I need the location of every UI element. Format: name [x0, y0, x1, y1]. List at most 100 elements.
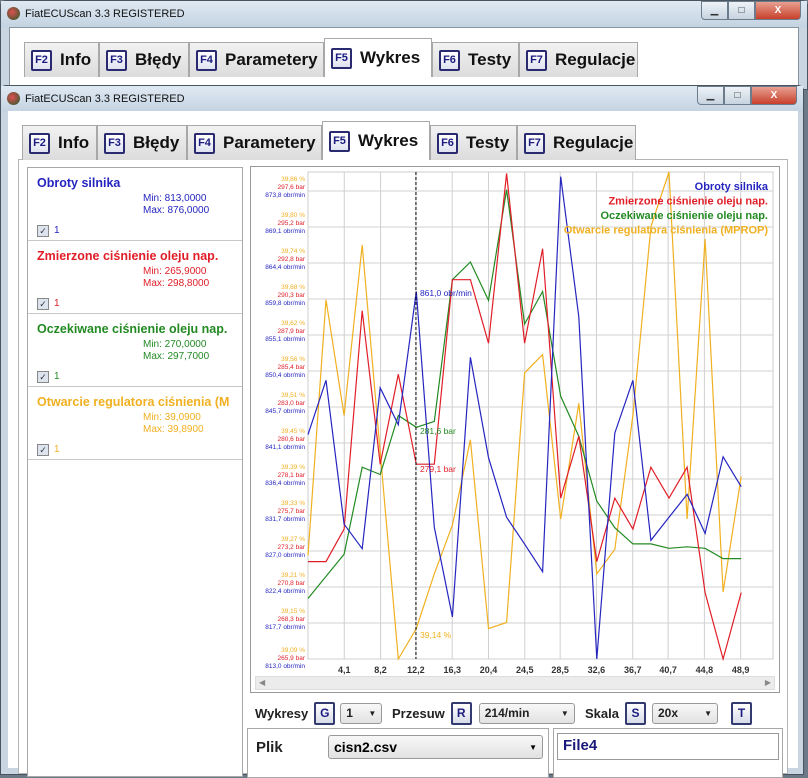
app-icon	[7, 7, 20, 20]
y-tick-label-rpm: 822,4 obr/min	[265, 588, 305, 595]
y-tick-label-bar: 273,2 bar	[278, 544, 306, 551]
background-title-bar: FiatECUScan 3.3 REGISTERED ▁ □ X	[1, 1, 807, 27]
tab-testy[interactable]: F6 Testy	[430, 125, 517, 160]
function-key-icon: F5	[329, 130, 350, 152]
close-button[interactable]: X	[751, 86, 797, 105]
y-tick-label-pct: 39,51 %	[281, 392, 305, 399]
tab-regulacje[interactable]: F7 Regulacje	[517, 125, 636, 160]
y-tick-label-rpm: 850,4 obr/min	[265, 372, 305, 379]
y-tick-label-rpm: 864,4 obr/min	[265, 264, 305, 271]
y-tick-label-rpm: 836,4 obr/min	[265, 480, 305, 487]
dropdown-arrow-icon: ▼	[704, 708, 712, 718]
legend-entry: Oczekiwane ciśnienie oleju nap.	[600, 210, 768, 222]
background-tab-info[interactable]: F2 Info	[24, 42, 99, 77]
cursor-value-label: 281,6 bar	[420, 426, 456, 436]
skala-label: Skala	[585, 705, 619, 721]
window-title: FiatECUScan 3.3 REGISTERED	[25, 93, 185, 105]
y-tick-label-pct: 39,33 %	[281, 500, 305, 507]
signal-checkbox[interactable]: ✓	[37, 371, 49, 383]
y-tick-label-bar: 290,3 bar	[278, 292, 306, 299]
minimize-button[interactable]: ▁	[697, 86, 724, 105]
y-tick-label-rpm: 831,7 obr/min	[265, 516, 305, 523]
tab-label: Testy	[468, 50, 512, 69]
signal-item: Otwarcie regulatora ciśnienia (M Min: 39…	[28, 387, 242, 460]
file-select[interactable]: cisn2.csv ▼	[328, 735, 543, 759]
x-tick-label: 24,5	[516, 665, 534, 675]
y-tick-label-pct: 39,80 %	[281, 212, 305, 219]
y-tick-label-pct: 39,68 %	[281, 284, 305, 291]
function-key-icon: F5	[331, 47, 352, 69]
skala-value: 20x	[657, 706, 679, 720]
signal-min: Min: 270,0000	[143, 339, 207, 350]
file-label: Plik	[256, 739, 283, 756]
background-tab-regulacje[interactable]: F7 Regulacje	[519, 42, 638, 77]
przesuw-control: Przesuw R 214/min ▼	[392, 701, 575, 725]
signal-item: Zmierzone ciśnienie oleju nap. Min: 265,…	[28, 241, 242, 314]
tab-błędy[interactable]: F3 Błędy	[97, 125, 187, 160]
wykresy-key-button[interactable]: G	[314, 701, 336, 725]
tab-parametery[interactable]: F4 Parametery	[187, 125, 322, 160]
background-close-button[interactable]: X	[755, 1, 801, 20]
background-tab-błędy[interactable]: F3 Błędy	[99, 42, 189, 77]
x-tick-label: 12,2	[407, 665, 425, 675]
background-tab-parametery[interactable]: F4 Parametery	[189, 42, 324, 77]
cursor-value-label: 39,14 %	[420, 630, 452, 640]
signal-checkbox-label: 1	[54, 444, 60, 455]
tab-wykres[interactable]: F5 Wykres	[322, 121, 430, 160]
t-key-button[interactable]: T	[730, 701, 752, 725]
function-key-icon: F4	[196, 49, 217, 71]
tab-info[interactable]: F2 Info	[22, 125, 97, 160]
horizontal-scrollbar[interactable]: ◀ ▶	[255, 676, 775, 690]
file-value: cisn2.csv	[334, 739, 398, 755]
background-tab-wykres[interactable]: F5 Wykres	[324, 38, 432, 77]
signal-max: Max: 876,0000	[143, 205, 210, 216]
signal-checkbox[interactable]: ✓	[37, 225, 49, 237]
legend-entry: Otwarcie regulatora ciśnienia (MPROP)	[564, 225, 769, 237]
y-tick-label-rpm: 841,1 obr/min	[265, 444, 305, 451]
skala-control: Skala S 20x ▼ T	[585, 701, 752, 725]
file-name-box: File4	[557, 733, 779, 760]
app-icon	[7, 92, 20, 105]
function-key-icon: F7	[526, 49, 547, 71]
y-tick-label-pct: 39,74 %	[281, 248, 305, 255]
signal-max: Max: 298,8000	[143, 278, 210, 289]
background-tab-testy[interactable]: F6 Testy	[432, 42, 519, 77]
przesuw-key-button[interactable]: R	[450, 701, 472, 725]
y-tick-label-bar: 280,6 bar	[278, 436, 306, 443]
skala-select[interactable]: 20x ▼	[651, 702, 718, 724]
wykresy-select[interactable]: 1 ▼	[340, 702, 383, 724]
y-tick-label-pct: 39,39 %	[281, 464, 305, 471]
signal-name: Otwarcie regulatora ciśnienia (M	[37, 395, 230, 409]
y-tick-label-pct: 39,45 %	[281, 428, 305, 435]
title-bar: FiatECUScan 3.3 REGISTERED ▁ □ X	[1, 86, 803, 112]
przesuw-value: 214/min	[484, 706, 530, 720]
signal-checkbox[interactable]: ✓	[37, 444, 49, 456]
maximize-button[interactable]: □	[724, 86, 751, 105]
tab-label: Info	[58, 133, 90, 152]
skala-key-button[interactable]: S	[624, 701, 646, 725]
background-minimize-button[interactable]: ▁	[701, 1, 728, 20]
x-tick-label: 40,7	[659, 665, 677, 675]
file-name: File4	[563, 737, 598, 754]
y-tick-label-bar: 275,7 bar	[278, 508, 306, 515]
plot-area	[307, 171, 774, 660]
scroll-right-arrow-icon[interactable]: ▶	[765, 678, 771, 687]
przesuw-select[interactable]: 214/min ▼	[478, 702, 575, 724]
x-tick-label: 8,2	[374, 665, 387, 675]
background-window-title: FiatECUScan 3.3 REGISTERED	[25, 8, 185, 20]
y-tick-label-bar: 268,3 bar	[278, 616, 306, 623]
scroll-left-arrow-icon[interactable]: ◀	[259, 678, 265, 687]
y-tick-label-pct: 39,62 %	[281, 320, 305, 327]
y-tick-label-rpm: 827,0 obr/min	[265, 552, 305, 559]
tab-label: Info	[60, 50, 92, 69]
x-tick-label: 48,9	[732, 665, 750, 675]
function-key-icon: F4	[194, 132, 215, 154]
signal-checkbox-label: 1	[54, 371, 60, 382]
tab-label: Regulacje	[553, 133, 634, 152]
function-key-icon: F2	[29, 132, 50, 154]
tab-label: Błędy	[135, 50, 182, 69]
x-tick-label: 36,7	[624, 665, 642, 675]
signal-checkbox[interactable]: ✓	[37, 298, 49, 310]
y-tick-label-rpm: 873,8 obr/min	[265, 192, 305, 199]
background-maximize-button[interactable]: □	[728, 1, 755, 20]
